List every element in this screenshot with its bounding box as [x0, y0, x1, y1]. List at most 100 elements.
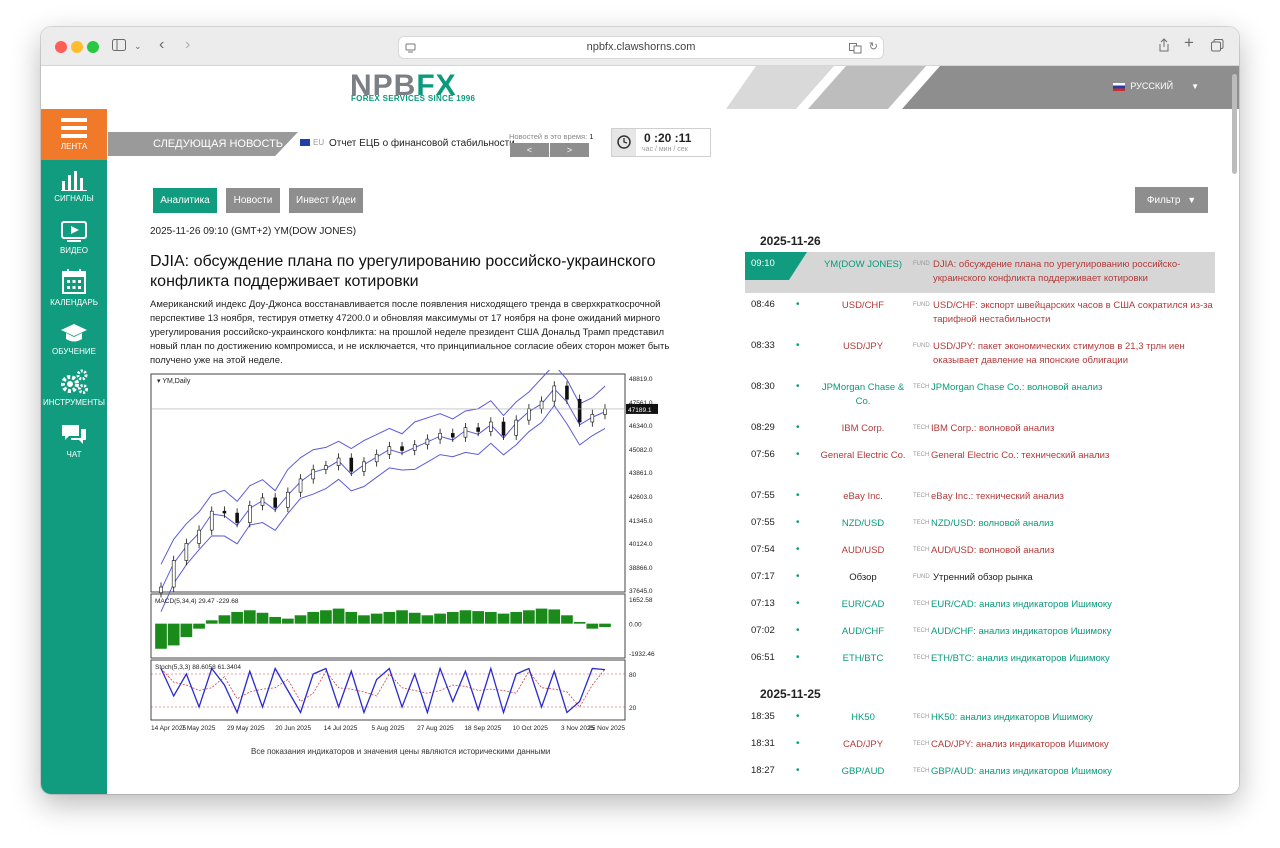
feed-row[interactable]: 07:55 • NZD/USD TECH NZD/USD: волновой анали… [745, 517, 1215, 544]
feed-title-link[interactable]: DJIA: обсуждение плана по урегулированию… [933, 258, 1218, 286]
language-selector[interactable]: РУССКИЙ ▼ [1113, 81, 1199, 91]
feed-symbol[interactable]: JPMorgan Chase & Co. [819, 381, 907, 409]
news-count-label: Новостей в это время: [509, 132, 588, 141]
candle-body [463, 427, 468, 438]
feed-symbol[interactable]: IBM Corp. [819, 422, 907, 436]
feed-title-link[interactable]: USD/CHF: экспорт швейцарских часов в США… [933, 299, 1218, 327]
feed-symbol[interactable]: EUR/CAD [819, 598, 907, 612]
feed-row[interactable]: 09:10 • YM(DOW JONES) FUND DJIA: обсуждение … [745, 252, 1218, 299]
chevron-down-icon[interactable]: ⌄ [134, 40, 142, 53]
feed-row[interactable]: 08:46 • USD/CHF FUND USD/CHF: экспорт швейца… [745, 299, 1215, 340]
chat-icon [62, 425, 86, 444]
sidebar-item-chat[interactable]: ЧАТ [41, 423, 107, 459]
minimize-window-button[interactable] [71, 41, 83, 53]
sidebar-item-calendar[interactable]: КАЛЕНДАРЬ [41, 269, 107, 307]
new-tab-icon[interactable]: + [1184, 34, 1194, 51]
feed-row[interactable]: 08:30 • JPMorgan Chase & Co. TECH JPMorgan C… [745, 381, 1215, 422]
back-icon[interactable]: ‹ [159, 37, 164, 53]
feed-title-link[interactable]: USD/JPY: пакет экономических стимулов в … [933, 340, 1218, 368]
stoch-tick-label: 20 [629, 705, 637, 712]
feed-title-link[interactable]: IBM Corp.: волновой анализ [931, 422, 1216, 436]
feed-title-link[interactable]: AUD/USD: волновой анализ [931, 544, 1216, 558]
feed-title-link[interactable]: HK50: анализ индикаторов Ишимоку [931, 711, 1216, 725]
sidebar-item-tools[interactable]: ИНСТРУМЕНТЫ [41, 369, 107, 407]
feed-symbol[interactable]: eBay Inc. [819, 490, 907, 504]
feed-symbol[interactable]: HK50 [819, 711, 907, 725]
feed-row[interactable]: 07:02 • AUD/CHF TECH AUD/CHF: анализ индикат… [745, 625, 1215, 652]
tabs-overview-icon[interactable] [1211, 39, 1224, 54]
filter-button[interactable]: Фильтр ▼ [1135, 187, 1208, 213]
feed-time: 07:13 [751, 598, 775, 609]
bar-chart-icon [61, 171, 87, 191]
feed-title-link[interactable]: CAD/JPY: анализ индикаторов Ишимоку [931, 738, 1216, 752]
gears-icon [61, 369, 88, 394]
feed-row[interactable]: 18:27 • GBP/AUD TECH GBP/AUD: анализ индикат… [745, 765, 1215, 792]
page-scrollbar[interactable] [1231, 66, 1238, 794]
feed-row[interactable]: 18:35 • HK50 TECH HK50: анализ индикаторов И… [745, 711, 1215, 738]
tab-invest-ideas[interactable]: Инвест Идеи [289, 188, 363, 213]
feed-title-link[interactable]: ETH/BTC: анализ индикаторов Ишимоку [931, 652, 1216, 666]
next-news-label: СЛЕДУЮЩАЯ НОВОСТЬ [108, 132, 298, 156]
feed-symbol[interactable]: USD/JPY [819, 340, 907, 354]
feed-symbol[interactable]: YM(DOW JONES) [819, 258, 907, 272]
feed-title-link[interactable]: GBP/AUD: анализ индикаторов Ишимоку [931, 765, 1216, 779]
candle-body [311, 469, 316, 480]
feed-symbol[interactable]: Обзор [819, 571, 907, 585]
feed-symbol[interactable]: USD/CHF [819, 299, 907, 313]
forward-icon[interactable]: › [185, 37, 190, 53]
feed-row[interactable]: 07:55 • eBay Inc. TECH eBay Inc.: технически… [745, 490, 1215, 517]
feed-row[interactable]: 07:56 • General Electric Co. TECH General El… [745, 449, 1215, 490]
maximize-window-button[interactable] [87, 41, 99, 53]
feed-tag: FUND [913, 343, 930, 349]
feed-title-link[interactable]: AUD/CHF: анализ индикаторов Ишимоку [931, 625, 1216, 639]
tab-news[interactable]: Новости [226, 188, 280, 213]
feed-title-link[interactable]: NZD/USD: волновой анализ [931, 517, 1216, 531]
sidebar-item-feed[interactable]: ЛЕНТА [41, 109, 107, 160]
sidebar-item-education[interactable]: ОБУЧЕНИЕ [41, 322, 107, 356]
feed-row[interactable]: 07:13 • EUR/CAD TECH EUR/CAD: анализ индикат… [745, 598, 1215, 625]
tab-analytics[interactable]: Аналитика [153, 188, 217, 213]
share-icon[interactable] [1158, 38, 1170, 54]
address-bar[interactable]: npbfx.clawshorns.com ↻ [398, 36, 884, 59]
feed-row[interactable]: 08:29 • IBM Corp. TECH IBM Corp.: волновой а… [745, 422, 1215, 449]
feed-symbol[interactable]: AUD/CHF [819, 625, 907, 639]
feed-symbol[interactable]: General Electric Co. [819, 449, 907, 463]
next-news-button[interactable]: > [550, 143, 589, 157]
feed-row[interactable]: 18:31 • CAD/JPY TECH CAD/JPY: анализ индикат… [745, 738, 1215, 765]
next-news-event[interactable]: Отчет ЕЦБ о финансовой стабильности [329, 138, 515, 149]
x-tick-label: 14 Jul 2025 [324, 725, 358, 732]
feed-title-link[interactable]: eBay Inc.: технический анализ [931, 490, 1216, 504]
feed-title-link[interactable]: EUR/CAD: анализ индикаторов Ишимоку [931, 598, 1216, 612]
sidebar-item-video[interactable]: ВИДЕО [41, 221, 107, 255]
price-tick-label: 40124.0 [629, 541, 653, 548]
feed-row[interactable]: 08:33 • USD/JPY FUND USD/JPY: пакет экономич… [745, 340, 1215, 381]
sidebar-toggle-icon[interactable] [112, 39, 126, 53]
scrollbar-thumb[interactable] [1232, 74, 1237, 174]
feed-date-header: 2025-11-25 [760, 687, 821, 701]
feed-title-link[interactable]: Утренний обзор рынка [933, 571, 1218, 585]
feed-row[interactable]: 07:54 • AUD/USD TECH AUD/USD: волновой анали… [745, 544, 1215, 571]
translate-icon[interactable] [849, 41, 862, 59]
feed-time: 18:35 [751, 711, 775, 722]
reload-icon[interactable]: ↻ [869, 40, 878, 53]
sidebar-item-signals[interactable]: СИГНАЛЫ [41, 169, 107, 203]
candle-body [248, 505, 252, 523]
feed-title-link[interactable]: JPMorgan Chase Co.: волновой анализ [931, 381, 1216, 395]
macd-bar [282, 618, 294, 624]
feed-row[interactable]: 06:51 • ETH/BTC TECH ETH/BTC: анализ индикат… [745, 652, 1215, 679]
feed-symbol[interactable]: AUD/USD [819, 544, 907, 558]
feed-symbol[interactable]: CAD/JPY [819, 738, 907, 752]
sidebar-item-label: ВИДЕО [59, 246, 89, 255]
prev-news-button[interactable]: < [510, 143, 549, 157]
feed-symbol[interactable]: GBP/AUD [819, 765, 907, 779]
feed-symbol[interactable]: ETH/BTC [819, 652, 907, 666]
feed-row[interactable]: 07:17 • Обзор FUND Утренний обзор рынка [745, 571, 1215, 598]
price-chart: ▾ YM,Daily 48819.047561.046340.045082.043… [150, 370, 658, 732]
feed-title-link[interactable]: General Electric Co.: технический анализ [931, 449, 1216, 463]
candle-body [235, 512, 239, 523]
site-header: NPBFX FOREX SERVICES SINCE 1996 РУССКИЙ ▼ [41, 66, 1239, 109]
close-window-button[interactable] [55, 41, 67, 53]
x-tick-label: 27 Aug 2025 [417, 725, 454, 732]
feed-symbol[interactable]: NZD/USD [819, 517, 907, 531]
candle-body [197, 529, 201, 544]
